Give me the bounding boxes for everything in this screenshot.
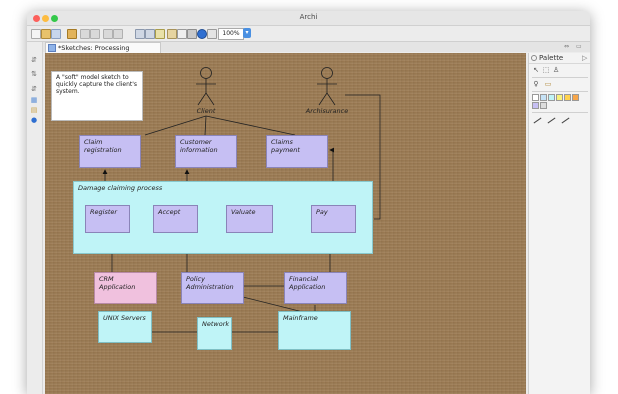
client-to-information-line[interactable]	[204, 115, 207, 136]
undo-icon[interactable]	[80, 29, 90, 39]
swatch-orange[interactable]	[572, 94, 579, 101]
register-step[interactable]: Register	[85, 205, 130, 233]
maximize-view-icon[interactable]: ▭	[576, 43, 582, 50]
palette-panel: Palette ▷ ↖ ⬚ ♙ ♀ ▭	[528, 53, 590, 394]
align-icon[interactable]	[135, 29, 145, 39]
grid-icon[interactable]	[167, 29, 177, 39]
ruler-icon[interactable]	[187, 29, 197, 39]
swatch-light-blue[interactable]	[540, 94, 547, 101]
format-painter-icon[interactable]: ♙	[552, 66, 560, 74]
client-to-payment-line[interactable]	[205, 115, 296, 136]
properties-icon[interactable]	[67, 29, 77, 39]
swatch-cyan[interactable]	[548, 94, 555, 101]
palette-title: Palette	[539, 54, 564, 62]
group-tool-icon[interactable]: ▭	[544, 80, 552, 88]
snap-icon[interactable]	[177, 29, 187, 39]
customer-information-service[interactable]: Customer information	[175, 135, 237, 168]
valuate-step[interactable]: Valuate	[226, 205, 273, 233]
unix-servers-node[interactable]: UNIX Servers	[98, 311, 152, 343]
layout-icon[interactable]	[155, 29, 165, 39]
select-tool-icon[interactable]: ↖	[532, 66, 540, 74]
info-icon[interactable]	[197, 29, 207, 39]
model-tree-icon[interactable]: ⇵	[30, 56, 38, 64]
restore-view-icon[interactable]: ⇔	[564, 43, 569, 50]
redo-icon[interactable]	[90, 29, 100, 39]
network-node[interactable]: Network	[197, 317, 232, 350]
marquee-tool-icon[interactable]: ⬚	[542, 66, 550, 74]
window-title: Archi	[299, 13, 318, 21]
crm-application[interactable]: CRM Application	[94, 272, 157, 304]
pay-step[interactable]: Pay	[311, 205, 356, 233]
title-bar: Archi	[27, 11, 590, 26]
swatch-lavender[interactable]	[532, 102, 539, 109]
claims-payment-service[interactable]: Claims payment	[266, 135, 328, 168]
cut-icon[interactable]	[103, 29, 113, 39]
financial-application[interactable]: Financial Application	[284, 272, 347, 304]
swatch-white[interactable]	[532, 94, 539, 101]
line-connection-icon[interactable]	[533, 117, 542, 124]
left-trim-bar: ⇵ ⇅ ⇵ ▦ ▤ ●	[27, 42, 43, 394]
open-folder-icon[interactable]	[41, 29, 51, 39]
swatch-grey[interactable]	[540, 102, 547, 109]
models-icon[interactable]: ▦	[30, 96, 38, 104]
palette-settings-icon[interactable]	[531, 55, 537, 61]
accept-step[interactable]: Accept	[153, 205, 198, 233]
palette-header: Palette ▷	[529, 53, 590, 64]
main-toolbar: 100% ▾	[27, 26, 590, 42]
swatch-gold[interactable]	[564, 94, 571, 101]
editor-tab-bar: *Sketches: Processing Sketch⊠ ⇔ ▭	[43, 42, 590, 62]
client-actor-figure[interactable]	[196, 67, 216, 106]
copy-icon[interactable]	[113, 29, 123, 39]
zoom-level-field[interactable]: 100%	[218, 28, 244, 40]
arrow-connection-icon[interactable]	[547, 117, 556, 124]
zoom-tool-icon[interactable]	[207, 29, 217, 39]
sketch-canvas[interactable]: A "soft" model sketch to quickly capture…	[45, 53, 526, 394]
navigator-icon[interactable]: ⇅	[30, 70, 38, 78]
new-file-icon[interactable]	[31, 29, 41, 39]
sketch-note[interactable]: A "soft" model sketch to quickly capture…	[51, 71, 143, 121]
actor-tool-icon[interactable]: ♀	[532, 80, 540, 88]
properties-view-icon[interactable]: ▤	[30, 106, 38, 114]
archisurance-actor-figure[interactable]	[317, 67, 337, 106]
hints-icon[interactable]: ●	[30, 116, 38, 124]
swatch-yellow[interactable]	[556, 94, 563, 101]
zoom-dropdown-button[interactable]: ▾	[243, 28, 251, 38]
distribute-icon[interactable]	[145, 29, 155, 39]
save-icon[interactable]	[51, 29, 61, 39]
outline-icon[interactable]: ⇵	[30, 85, 38, 93]
mainframe-node[interactable]: Mainframe	[278, 311, 351, 350]
app-window: Archi 100% ▾ ⇵ ⇅ ⇵ ▦ ▤ ● *Sketches: Proc…	[27, 11, 590, 394]
tab-processing-sketch[interactable]: *Sketches: Processing Sketch⊠	[45, 42, 161, 62]
client-actor-label[interactable]: Client	[176, 107, 236, 115]
archisurance-actor-label[interactable]: Archisurance	[297, 107, 357, 115]
claim-registration-service[interactable]: Claim registration	[79, 135, 141, 168]
palette-collapse-icon[interactable]: ▷	[582, 53, 587, 64]
policy-administration-application[interactable]: Policy Administration	[181, 272, 244, 304]
dashed-connection-icon[interactable]	[561, 117, 570, 124]
client-to-registration-line[interactable]	[144, 115, 207, 136]
sketch-icon	[48, 44, 56, 52]
